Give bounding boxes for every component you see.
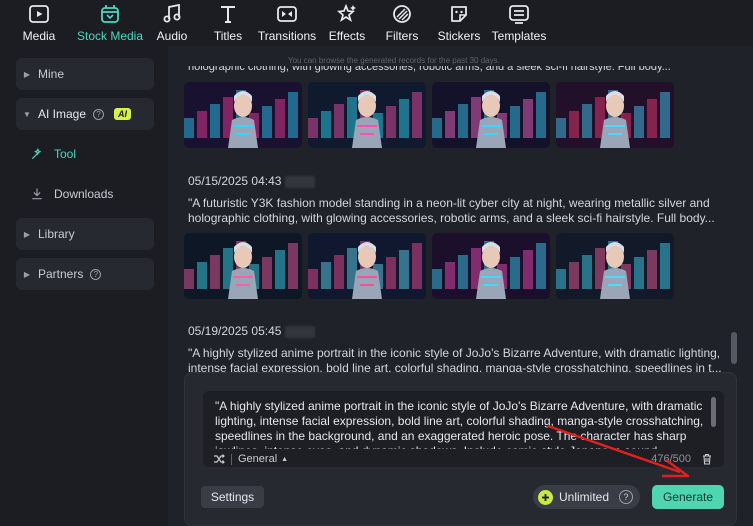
tab-stock-media[interactable]: Stock Media (77, 0, 143, 46)
caret-right-icon: ▶ (23, 69, 31, 79)
record-prompt[interactable]: "A futuristic Y3K fashion model standing… (188, 196, 728, 226)
effects-star-icon (336, 3, 358, 25)
sidebar: ▶ Mine ▼ AI Image ? AI Tool Downloads ▶ … (0, 46, 168, 526)
generated-image-thumbnail[interactable] (556, 82, 674, 148)
prompt-panel: "A highly stylized anime portrait in the… (184, 372, 737, 526)
record-date: 05/15/2025 04:43 (188, 174, 316, 188)
wand-icon (28, 145, 46, 163)
tab-titles[interactable]: Titles (202, 0, 254, 46)
generated-image-thumbnail[interactable] (556, 233, 674, 299)
generated-image-thumbnail[interactable] (184, 233, 302, 299)
prompt-scrollbar[interactable] (711, 397, 716, 427)
prompt-input-box[interactable]: "A highly stylized anime portrait in the… (203, 391, 724, 467)
style-selector[interactable]: General ▲ (213, 453, 288, 465)
history-scrollbar[interactable] (731, 332, 737, 364)
download-icon (28, 185, 46, 203)
templates-icon (508, 3, 530, 25)
history-notice: You can browse the generated records for… (288, 56, 500, 65)
ai-badge: AI (114, 108, 132, 120)
generated-image-thumbnail[interactable] (432, 82, 550, 148)
caret-up-icon: ▲ (281, 455, 289, 463)
separator (231, 453, 232, 465)
tab-templates[interactable]: Templates (488, 0, 550, 46)
generated-image-thumbnail[interactable] (308, 233, 426, 299)
caret-down-icon: ▼ (23, 109, 31, 119)
caret-right-icon: ▶ (23, 269, 31, 279)
generated-image-thumbnail[interactable] (184, 82, 302, 148)
filters-icon (391, 3, 413, 25)
sidebar-item-downloads[interactable]: Downloads (28, 182, 113, 206)
history-panel: You can browse the generated records for… (168, 46, 753, 526)
titles-t-icon (217, 3, 239, 25)
sidebar-item-tool[interactable]: Tool (28, 142, 76, 166)
record-prompt-partial: holographic clothing, with glowing acces… (188, 66, 671, 73)
record-thumbnails-1 (184, 233, 674, 299)
plus-icon (538, 489, 553, 505)
settings-button[interactable]: Settings (201, 486, 264, 508)
media-icon (28, 3, 50, 25)
char-counter: 476/500 (651, 453, 691, 465)
help-icon[interactable]: ? (90, 268, 102, 280)
generated-image-thumbnail[interactable] (432, 233, 550, 299)
sidebar-item-ai-image[interactable]: ▼ AI Image ? AI (16, 98, 154, 130)
sidebar-item-partners[interactable]: ▶ Partners ? (16, 258, 154, 290)
prompt-textarea[interactable]: "A highly stylized anime portrait in the… (215, 399, 709, 449)
record-date: 05/19/2025 05:45 (188, 324, 316, 338)
help-icon[interactable]: ? (93, 108, 105, 120)
redacted-mark (285, 325, 316, 338)
prompt-footer: General ▲ 476/500 (213, 451, 713, 467)
tab-audio[interactable]: Audio (142, 0, 202, 46)
tab-effects[interactable]: Effects (320, 0, 374, 46)
redacted-mark (285, 175, 316, 188)
stickers-icon (448, 3, 470, 25)
sidebar-item-library[interactable]: ▶ Library (16, 218, 154, 250)
stock-media-icon (99, 3, 121, 25)
shuffle-icon (213, 453, 225, 465)
top-toolbar: Media Stock Media Audio Titles Transitio… (0, 0, 753, 46)
sidebar-item-mine[interactable]: ▶ Mine (16, 58, 154, 90)
tab-transitions[interactable]: Transitions (254, 0, 320, 46)
help-icon[interactable]: ? (619, 490, 634, 504)
caret-right-icon: ▶ (23, 229, 31, 239)
tab-media[interactable]: Media (0, 0, 78, 46)
generated-image-thumbnail[interactable] (308, 82, 426, 148)
transitions-icon (276, 3, 298, 25)
record-thumbnails-0 (184, 82, 674, 148)
trash-icon[interactable] (701, 453, 713, 465)
music-note-icon (161, 3, 183, 25)
tab-stickers[interactable]: Stickers (430, 0, 488, 46)
generate-button[interactable]: Generate (652, 485, 724, 509)
tab-filters[interactable]: Filters (374, 0, 430, 46)
unlimited-credits-badge[interactable]: Unlimited ? (533, 485, 640, 509)
